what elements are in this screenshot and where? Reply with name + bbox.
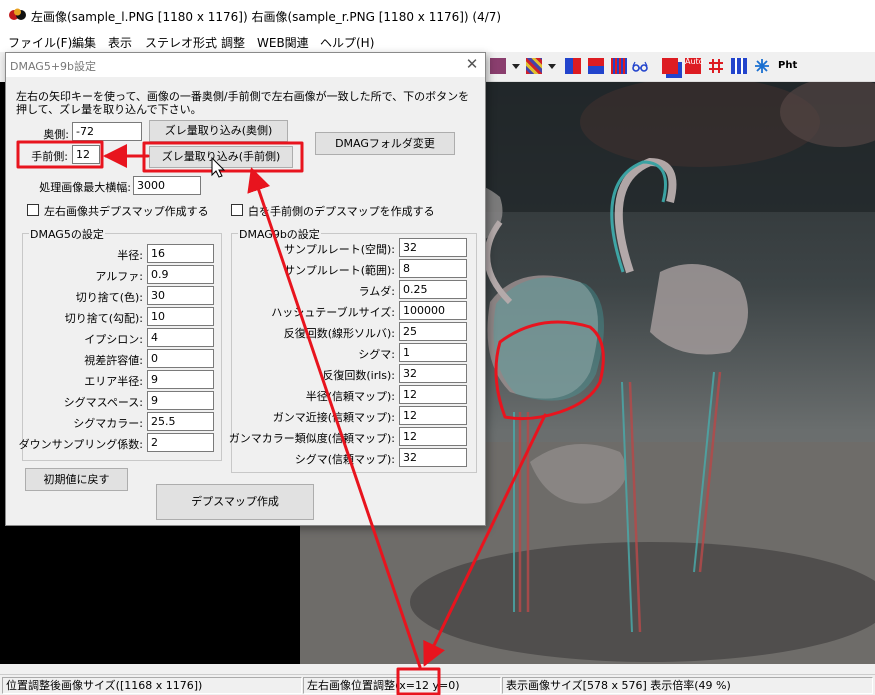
param-label: ハッシュテーブルサイズ: xyxy=(271,306,395,319)
param-label: 切り捨て(勾配): xyxy=(64,312,143,325)
param-label: 反復回数(線形ソルバ): xyxy=(283,327,395,340)
param-label: シグマカラー: xyxy=(73,417,143,430)
menu-help[interactable]: ヘルプ(H) xyxy=(320,34,374,51)
param-label: サンプルレート(空間): xyxy=(284,243,395,256)
pattern-icon[interactable] xyxy=(490,58,506,74)
window-titlebar: 左画像(sample_l.PNG [1180 x 1176]) 右画像(samp… xyxy=(0,0,875,30)
far-side-label: 奥側: xyxy=(43,128,69,141)
status-position-prefix: 左右画像位置調整( xyxy=(307,679,400,692)
menu-edit[interactable]: 編集 xyxy=(72,34,96,51)
white-near-checkbox-label: 白を手前側のデプスマップを作成する xyxy=(248,205,435,218)
window-title: 左画像(sample_l.PNG [1180 x 1176]) 右画像(samp… xyxy=(31,10,502,24)
param-label: 半径(信頼マップ): xyxy=(305,390,395,403)
param-input[interactable] xyxy=(399,427,467,446)
status-adjusted-size: 位置調整後画像サイズ([1168 x 1176]) xyxy=(2,677,302,694)
mosaic-icon[interactable] xyxy=(526,58,542,74)
dialog-titlebar: DMAG5+9b設定 ✕ xyxy=(6,53,485,77)
interlace-icon[interactable] xyxy=(611,58,627,74)
close-icon[interactable]: ✕ xyxy=(463,55,481,73)
far-side-input[interactable] xyxy=(72,122,142,141)
param-label: エリア半径: xyxy=(84,375,143,388)
menu-file[interactable]: ファイル(F) xyxy=(8,34,72,51)
pattern-dropdown-icon[interactable] xyxy=(512,64,520,69)
create-depthmap-button[interactable]: デプスマップ作成 xyxy=(156,484,314,520)
both-images-checkbox-label: 左右画像共デプスマップ作成する xyxy=(44,205,209,218)
red-blue-icon[interactable] xyxy=(565,58,581,74)
near-side-label: 手前側: xyxy=(31,150,68,163)
reset-defaults-button[interactable]: 初期値に戻す xyxy=(25,468,128,491)
red-cyan-overlap-icon[interactable] xyxy=(662,58,678,74)
photo-icon[interactable]: Pht xyxy=(778,58,802,74)
param-label: 切り捨て(色): xyxy=(75,291,143,304)
param-input[interactable] xyxy=(399,364,467,383)
param-label: シグマ(信頼マップ): xyxy=(294,453,395,466)
white-near-checkbox[interactable] xyxy=(231,204,243,216)
capture-near-button[interactable]: ズレ量取り込み(手前側) xyxy=(149,146,293,168)
param-input[interactable] xyxy=(399,448,467,467)
param-label: ガンマ近接(信頼マップ): xyxy=(272,411,395,424)
red-blue-split-icon[interactable] xyxy=(588,58,604,74)
param-input[interactable] xyxy=(399,301,467,320)
max-width-label: 処理画像最大横幅: xyxy=(39,181,131,194)
dmag5-group-title: DMAG5の設定 xyxy=(29,226,105,242)
glasses-icon[interactable] xyxy=(632,58,648,74)
menu-view[interactable]: 表示 xyxy=(108,34,132,51)
dmag-settings-dialog: DMAG5+9b設定 ✕ 左右の矢印キーを使って、画像の一番奥側/手前側で左右画… xyxy=(5,52,486,526)
param-label: ダウンサンプリング係数: xyxy=(18,438,143,451)
dmag9b-group-title: DMAG9bの設定 xyxy=(238,226,321,242)
param-label: シグマスペース: xyxy=(63,396,143,409)
param-label: ラムダ: xyxy=(358,285,395,298)
param-label: アルファ: xyxy=(95,270,143,283)
mosaic-dropdown-icon[interactable] xyxy=(548,64,556,69)
status-position-adjust: 左右画像位置調整(x=12 y=0) xyxy=(303,677,501,694)
param-label: 視差許容値: xyxy=(84,354,143,367)
instruction-text-2: 押して、ズレ量を取り込んで下さい。 xyxy=(16,103,202,116)
param-input[interactable] xyxy=(399,385,467,404)
param-input[interactable] xyxy=(399,280,467,299)
status-position-suffix: y=0) xyxy=(429,679,460,692)
auto-align-icon[interactable]: Auto xyxy=(685,58,704,74)
near-side-input[interactable] xyxy=(72,145,100,164)
menu-adjust[interactable]: 調整 xyxy=(221,34,245,51)
max-width-input[interactable] xyxy=(133,176,201,195)
snowflake-icon[interactable] xyxy=(754,58,770,74)
both-images-checkbox[interactable] xyxy=(27,204,39,216)
param-label: イプシロン: xyxy=(84,333,143,346)
status-display-size: 表示画像サイズ[578 x 576] 表示倍率(49 %) xyxy=(502,677,873,694)
menu-web[interactable]: WEB関連 xyxy=(257,34,309,51)
dmag-folder-button[interactable]: DMAGフォルダ変更 xyxy=(315,132,455,155)
grid-icon[interactable] xyxy=(708,58,724,74)
param-input[interactable] xyxy=(399,238,467,257)
status-bar: 位置調整後画像サイズ([1168 x 1176]) 左右画像位置調整(x=12 … xyxy=(0,674,875,695)
param-label: 半径: xyxy=(117,249,143,262)
param-label: 反復回数(irls): xyxy=(322,369,395,382)
param-input[interactable] xyxy=(399,322,467,341)
menu-bar: ファイル(F) 編集 表示 ステレオ形式 調整 WEB関連 ヘルプ(H) xyxy=(0,30,875,52)
param-input[interactable] xyxy=(399,406,467,425)
param-label: シグマ: xyxy=(358,348,395,361)
dialog-title: DMAG5+9b設定 xyxy=(10,60,97,73)
color-bars-icon[interactable] xyxy=(731,58,747,74)
capture-far-button[interactable]: ズレ量取り込み(奥側) xyxy=(149,120,288,142)
app-logo-icon xyxy=(9,8,26,20)
param-input[interactable] xyxy=(399,259,467,278)
menu-stereo-format[interactable]: ステレオ形式 xyxy=(145,34,217,51)
param-label: ガンマカラー類似度(信頼マップ): xyxy=(228,432,395,445)
param-input[interactable] xyxy=(399,343,467,362)
toolbar: Auto Pht xyxy=(486,52,875,82)
param-label: サンプルレート(範囲): xyxy=(284,264,395,277)
status-position-x: x=12 xyxy=(399,679,430,692)
